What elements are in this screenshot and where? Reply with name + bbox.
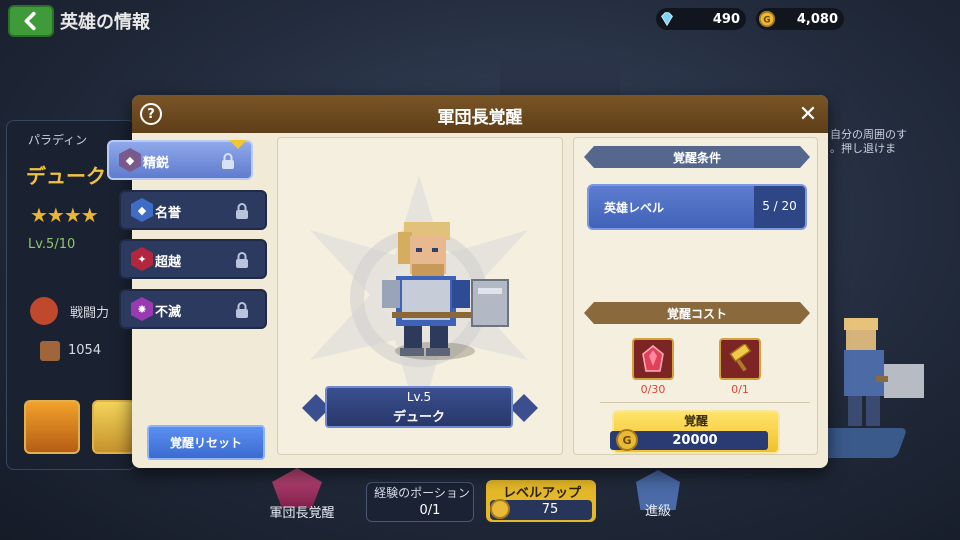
hammer-count: 0/1 xyxy=(731,383,749,396)
selected-marker-icon xyxy=(229,140,247,149)
awaken-reset-button[interactable]: 覚醒リセット xyxy=(147,425,265,460)
divider xyxy=(600,402,810,403)
tab-label: 精鋭 xyxy=(143,156,170,171)
tab-label: 名誉 xyxy=(155,206,182,221)
gold-coin-icon xyxy=(490,499,510,519)
gold-counter[interactable]: G 4,080 xyxy=(756,8,844,30)
cost-item-crystal[interactable] xyxy=(632,338,674,380)
page-title: 英雄の情報 xyxy=(60,12,150,33)
gold-count: 4,080 xyxy=(796,11,838,27)
awaken-gold-cost: 20000 xyxy=(672,433,718,448)
crystal-count: 0/30 xyxy=(640,383,666,396)
condition-label: 英雄レベル xyxy=(604,201,665,215)
attack-value: 1054 xyxy=(68,343,102,358)
preview-hero-name: デューク xyxy=(392,410,445,425)
level-up-label: レベルアップ xyxy=(502,486,581,501)
diamond-icon xyxy=(661,12,673,27)
skill-slot-2[interactable] xyxy=(92,400,136,454)
tab-label: 不滅 xyxy=(155,305,182,320)
power-icon xyxy=(30,297,58,325)
hero-level: Lv.5/10 xyxy=(28,237,76,252)
gold-coin-icon: G xyxy=(758,10,776,28)
hero-name: デューク xyxy=(26,164,106,188)
exp-potion-label: 経験のポーション xyxy=(374,486,470,500)
tab-label: 超越 xyxy=(155,255,182,270)
cost-item-hammer[interactable] xyxy=(719,338,761,380)
dialog-title: 軍団長覚醒 xyxy=(437,108,523,128)
golden-hammer-icon xyxy=(729,344,752,372)
close-button[interactable]: ✕ xyxy=(796,102,820,127)
svg-text:G: G xyxy=(763,16,770,26)
bottom-action-bar xyxy=(0,470,960,540)
lock-icon xyxy=(236,302,248,318)
awaken-menu-label[interactable]: 軍団長覚醒 xyxy=(262,502,342,521)
gold-coin-icon: G xyxy=(616,429,638,451)
level-up-cost: 75 xyxy=(541,502,559,517)
transcend-rank-icon: ✦ xyxy=(131,247,153,271)
cost-header: 覚醒コスト xyxy=(584,302,810,324)
back-button[interactable] xyxy=(8,5,54,37)
promotion-label[interactable]: 進級 xyxy=(622,500,694,519)
elite-rank-icon: ◆ xyxy=(119,148,141,172)
tab-honor[interactable]: ◆ 名誉 xyxy=(119,190,267,230)
help-button[interactable]: ? xyxy=(140,103,162,125)
tab-transcend[interactable]: ✦ 超越 xyxy=(119,239,267,279)
conditions-header: 覚醒条件 xyxy=(584,146,810,168)
hero-class: パラディン xyxy=(28,133,88,147)
sword-icon xyxy=(40,341,60,361)
hero-duke-sprite xyxy=(382,222,509,356)
condition-value: 5 / 20 xyxy=(762,199,797,213)
tab-immortal[interactable]: ✸ 不滅 xyxy=(119,289,267,329)
gem-count: 490 xyxy=(712,11,740,27)
tab-elite[interactable]: ◆ 精鋭 xyxy=(107,140,253,180)
lock-icon xyxy=(236,252,248,268)
lock-icon xyxy=(236,203,248,219)
hero-stars: ★★★★ xyxy=(30,203,99,227)
top-bar: 英雄の情報 490 G 4,080 xyxy=(0,0,960,40)
awaken-button-label[interactable]: 覚醒 xyxy=(612,412,780,429)
lock-icon xyxy=(222,153,234,169)
red-crystal-icon xyxy=(642,345,664,372)
background-hero-sprite xyxy=(844,318,924,426)
power-label: 戦闘力 xyxy=(70,306,110,321)
skill-description: 自分の周囲のす 。押し退けま xyxy=(830,128,907,155)
exp-potion-count: 0/1 xyxy=(419,503,441,518)
preview-hero-level: Lv.5 xyxy=(406,390,432,404)
background-hammer-head xyxy=(500,60,620,100)
honor-rank-icon: ◆ xyxy=(131,198,153,222)
back-arrow-icon xyxy=(24,11,36,31)
gem-counter[interactable]: 490 xyxy=(656,8,746,30)
skill-slot-1[interactable] xyxy=(24,400,80,454)
immortal-rank-icon: ✸ xyxy=(131,297,153,321)
